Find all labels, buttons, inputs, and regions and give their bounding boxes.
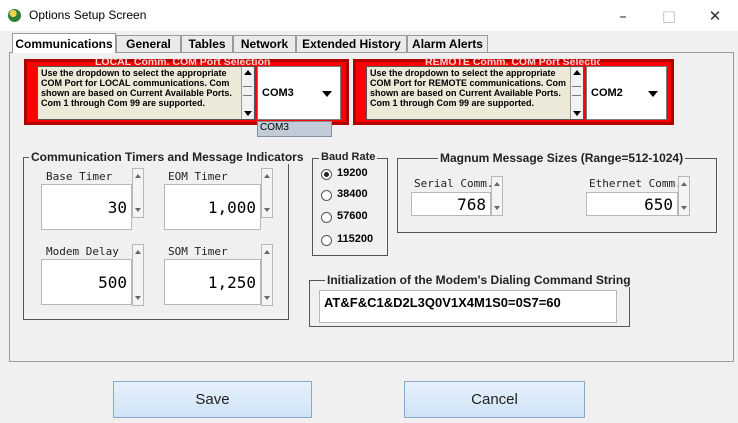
scroll-down-icon <box>573 111 581 116</box>
baud-57600-label: 57600 <box>337 210 368 222</box>
timers-group-title: Communication Timers and Message Indicat… <box>29 150 306 164</box>
spin-down-icon <box>135 296 141 300</box>
eom-timer-label: EOM Timer <box>168 170 228 183</box>
scroll-up-icon <box>573 70 581 75</box>
remote-com-desc-scrollbar[interactable] <box>570 67 582 119</box>
spin-down-icon <box>264 208 270 212</box>
ethernet-comm-spinner[interactable] <box>678 176 690 216</box>
local-com-select[interactable]: COM3 <box>257 66 341 120</box>
spin-up-icon <box>681 182 687 186</box>
ethernet-comm-input[interactable]: 650 <box>586 192 678 216</box>
som-timer-input[interactable]: 1,250 <box>164 259 261 305</box>
baud-rate-title: Baud Rate <box>319 151 378 163</box>
remote-com-select[interactable]: COM2 <box>586 66 667 120</box>
base-timer-input[interactable]: 30 <box>41 184 132 230</box>
serial-comm-label: Serial Comm. <box>414 177 494 190</box>
spin-up-icon <box>264 250 270 254</box>
ethernet-comm-label: Ethernet Comm. <box>589 177 682 190</box>
spin-up-icon <box>264 174 270 178</box>
maximize-button[interactable]: □ <box>646 0 692 31</box>
som-timer-label: SOM Timer <box>168 245 228 258</box>
magnum-group-title: Magnum Message Sizes (Range=512-1024) <box>438 151 686 165</box>
baud-115200-label: 115200 <box>337 233 374 245</box>
baud-19200-label: 19200 <box>337 167 368 179</box>
modem-init-input[interactable]: AT&F&C1&D2L3Q0V1X4M1S0=0S7=60 <box>319 290 617 323</box>
tab-extended-history[interactable]: Extended History <box>296 35 407 52</box>
baud-19200-radio[interactable] <box>321 169 332 180</box>
remote-com-description: Use the dropdown to select the appropria… <box>366 66 584 120</box>
tab-communications[interactable]: Communications <box>12 33 116 53</box>
som-timer-spinner[interactable] <box>261 244 273 306</box>
modem-delay-input[interactable]: 500 <box>41 259 132 305</box>
modem-delay-label: Modem Delay <box>46 245 119 258</box>
cancel-button[interactable]: Cancel <box>404 381 585 418</box>
tab-alarm-alerts[interactable]: Alarm Alerts <box>407 35 488 52</box>
chevron-down-icon <box>322 91 332 97</box>
local-com-selected: COM3 <box>262 87 294 99</box>
base-timer-spinner[interactable] <box>132 168 144 218</box>
base-timer-label: Base Timer <box>46 170 113 183</box>
modem-delay-spinner[interactable] <box>132 244 144 306</box>
eom-timer-spinner[interactable] <box>261 168 273 218</box>
save-button[interactable]: Save <box>113 381 312 418</box>
local-com-description: Use the dropdown to select the appropria… <box>37 66 255 120</box>
scroll-down-icon <box>244 111 252 116</box>
serial-comm-spinner[interactable] <box>491 176 503 216</box>
spin-down-icon <box>135 208 141 212</box>
local-com-desc-scrollbar[interactable] <box>241 67 253 119</box>
spin-down-icon <box>681 206 687 210</box>
scroll-up-icon <box>244 70 252 75</box>
baud-57600-radio[interactable] <box>321 212 332 223</box>
chevron-down-icon <box>648 91 658 97</box>
remote-com-selected: COM2 <box>591 87 623 99</box>
spin-up-icon <box>135 174 141 178</box>
window-title: Options Setup Screen <box>29 8 147 22</box>
tab-general[interactable]: General <box>116 35 181 52</box>
scroll-thumb[interactable] <box>572 86 581 96</box>
serial-comm-input[interactable]: 768 <box>411 192 491 216</box>
spin-up-icon <box>494 182 500 186</box>
minimize-button[interactable]: – <box>600 0 646 31</box>
tab-tables[interactable]: Tables <box>181 35 233 52</box>
baud-38400-label: 38400 <box>337 188 368 200</box>
spin-down-icon <box>264 296 270 300</box>
close-button[interactable]: ✕ <box>692 0 738 31</box>
spin-up-icon <box>135 250 141 254</box>
baud-115200-radio[interactable] <box>321 235 332 246</box>
scroll-thumb[interactable] <box>243 86 252 96</box>
app-icon <box>8 9 21 22</box>
modem-init-title: Initialization of the Modem's Dialing Co… <box>325 273 633 287</box>
local-com-dropdown-option[interactable]: COM3 <box>257 121 332 137</box>
tab-network[interactable]: Network <box>233 35 296 52</box>
eom-timer-input[interactable]: 1,000 <box>164 184 261 230</box>
baud-38400-radio[interactable] <box>321 190 332 201</box>
spin-down-icon <box>494 206 500 210</box>
